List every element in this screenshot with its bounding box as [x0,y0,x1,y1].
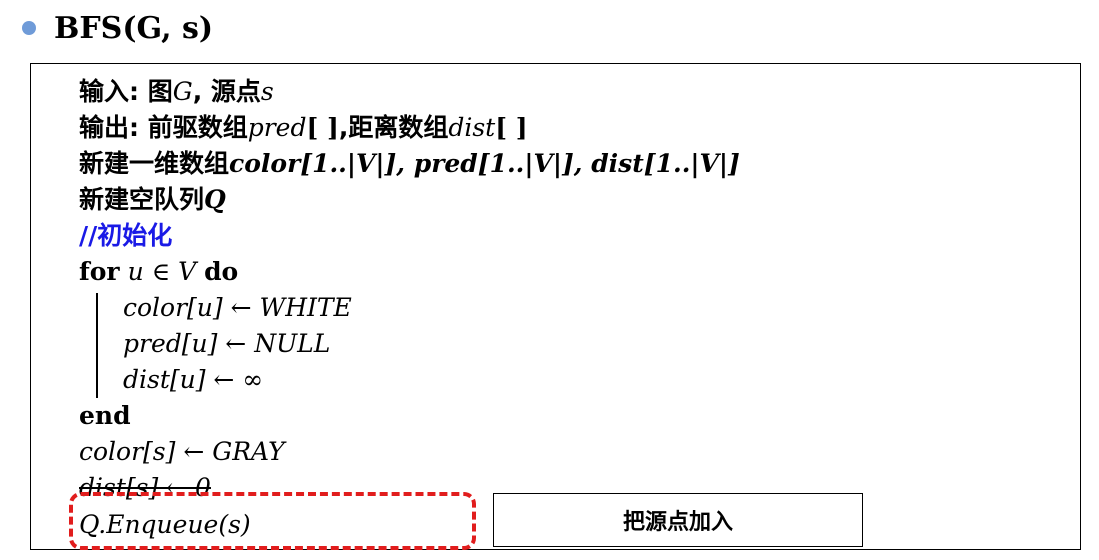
slide-title: BFS(G, s) [54,10,214,46]
assign-color-gray: color[s] ← GRAY [79,437,285,466]
output-dist-var: dist [448,113,496,142]
for-expr: u ∈ V [127,257,197,286]
init-comment-line: //初始化 [79,218,172,254]
input-sep: , 源点 [192,77,261,106]
loop-body-line: pred[u] ← NULL [123,326,330,362]
algorithm-box: 输入: 图G, 源点s 输出: 前驱数组pred[ ],距离数组dist[ ] … [30,63,1081,550]
output-brackets-pred: [ ] [306,113,339,142]
enqueue-highlight [69,492,476,550]
create-arrays-line: 新建一维数组color[1..|V|], pred[1..|V|], dist[… [79,146,740,182]
input-line: 输入: 图G, 源点s [79,74,274,110]
input-source-var: s [260,77,274,106]
assign-color-white: color[u] ← WHITE [123,293,352,322]
slide-header: BFS(G, s) [22,6,213,50]
create-arrays-expr: color[1..|V|], pred[1..|V|], dist[1..|V|… [229,149,740,178]
bullet-icon [22,21,36,35]
callout-label: 把源点加入 [622,510,733,535]
loop-body-line: color[u] ← WHITE [123,290,352,326]
for-keyword: for [79,257,120,286]
for-line: for u ∈ V do [79,254,238,290]
loop-indent-bar [96,293,98,398]
output-pred-var: pred [247,113,307,142]
create-queue-line: 新建空队列Q [79,182,226,218]
assign-dist-infinity: dist[u] ← ∞ [123,365,264,394]
assign-pred-null: pred[u] ← NULL [123,329,331,358]
assign-color-gray-line: color[s] ← GRAY [79,434,285,470]
end-keyword: end [79,401,131,430]
input-label: 输入: 图 [79,77,173,106]
loop-body-line: dist[u] ← ∞ [123,362,263,398]
output-sep: ,距离数组 [338,113,449,142]
output-label: 输出: 前驱数组 [79,113,248,142]
do-keyword: do [204,257,239,286]
init-comment: //初始化 [79,221,173,250]
create-queue-label: 新建空队列 [79,185,205,214]
create-arrays-label: 新建一维数组 [79,149,230,178]
end-line: end [79,398,131,434]
output-brackets-dist: [ ] [495,113,528,142]
output-line: 输出: 前驱数组pred[ ],距离数组dist[ ] [79,110,528,146]
input-graph-var: G [172,77,193,106]
callout-box: 把源点加入 [493,493,863,547]
create-queue-var: Q [204,185,226,214]
